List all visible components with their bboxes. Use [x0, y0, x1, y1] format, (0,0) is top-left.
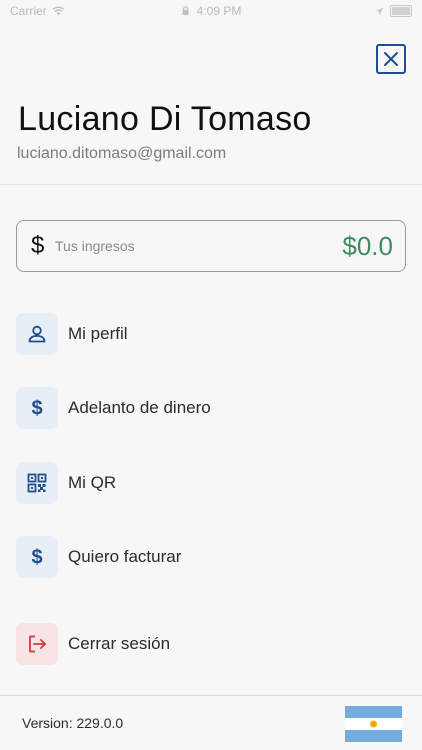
dollar-icon: $ [31, 232, 45, 259]
close-button[interactable] [376, 44, 406, 74]
svg-text:$: $ [31, 547, 42, 569]
menu-label-quiero-facturar: Quiero facturar [68, 547, 182, 566]
dollar-icon: $ [16, 536, 58, 578]
status-right [375, 5, 412, 17]
menu-item-mi-perfil[interactable]: Mi perfil [16, 313, 406, 355]
battery-icon [390, 5, 412, 17]
income-amount: $0.0 [342, 230, 393, 261]
version-label: Version: 229.0.0 [22, 715, 124, 731]
menu-item-adelanto-de-dinero[interactable]: $ Adelanto de dinero [16, 387, 406, 429]
footer: Version: 229.0.0 [0, 695, 422, 750]
status-time: 4:09 PM [196, 4, 242, 18]
menu-item-cerrar-sesion[interactable]: Cerrar sesión [16, 623, 406, 665]
user-name: Luciano Di Tomaso [18, 100, 312, 138]
dollar-icon: $ [16, 387, 58, 429]
carrier-label: Carrier [10, 4, 47, 18]
menu-item-quiero-facturar[interactable]: $ Quiero facturar [16, 536, 406, 578]
menu-label-mi-perfil: Mi perfil [68, 324, 128, 343]
close-icon [384, 52, 398, 66]
menu-label-mi-qr: Mi QR [68, 473, 117, 492]
income-field[interactable]: $ Tus ingresos $0.0 [16, 220, 406, 272]
income-placeholder: Tus ingresos [55, 238, 135, 254]
menu-item-mi-qr[interactable]: Mi QR [16, 462, 406, 504]
user-email: luciano.ditomaso@gmail.com [17, 145, 227, 162]
status-center: 4:09 PM [181, 4, 242, 18]
argentina-flag-icon[interactable] [345, 706, 402, 742]
orientation-lock-icon [182, 6, 189, 15]
qr-code-icon [16, 462, 58, 504]
svg-text:$: $ [31, 398, 42, 420]
header-divider [0, 184, 422, 185]
menu-label-adelanto-de-dinero: Adelanto de dinero [68, 398, 211, 417]
logout-icon [16, 623, 58, 665]
user-icon [16, 313, 58, 355]
status-left: Carrier [10, 4, 65, 18]
wifi-icon [52, 6, 65, 16]
menu-label-cerrar-sesion: Cerrar sesión [68, 634, 171, 653]
location-icon [375, 7, 384, 15]
status-bar: Carrier 4:09 PM [0, 0, 422, 22]
